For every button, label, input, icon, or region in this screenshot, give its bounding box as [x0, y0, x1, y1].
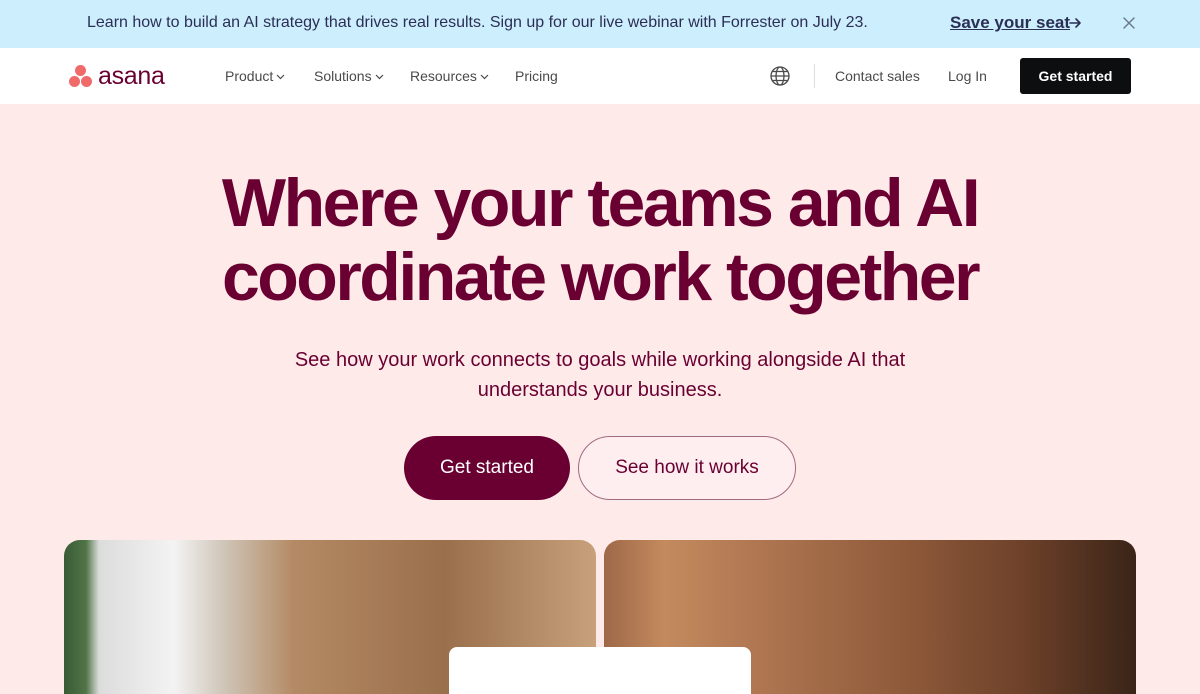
top-nav: asana Product Solutions Resources Pricin… [0, 48, 1200, 104]
nav-item-product[interactable]: Product [225, 68, 285, 84]
chevron-down-icon [480, 74, 489, 79]
logo-wordmark: asana [98, 62, 165, 90]
close-icon[interactable] [1120, 14, 1138, 32]
hero-subtitle-line: See how your work connects to goals whil… [294, 349, 906, 371]
nav-item-label: Resources [410, 68, 477, 84]
hero-subtitle-line: understands your business. [477, 379, 723, 401]
hero-subtitle: See how your work connects to goals whil… [250, 345, 950, 405]
globe-icon[interactable] [769, 65, 791, 87]
arrow-right-icon[interactable] [1068, 15, 1082, 31]
hero-title: Where your teams and AI coordinate work … [100, 166, 1100, 314]
login-link[interactable]: Log In [948, 68, 987, 84]
hero-title-line: coordinate work together [221, 239, 981, 315]
nav-item-label: Pricing [515, 68, 558, 84]
nav-item-pricing[interactable]: Pricing [515, 68, 558, 84]
save-seat-link[interactable]: Save your seat [950, 13, 1070, 33]
product-preview-card [449, 647, 751, 694]
nav-get-started-button[interactable]: Get started [1020, 58, 1131, 94]
nav-item-label: Solutions [314, 68, 372, 84]
banner-text: Learn how to build an AI strategy that d… [87, 14, 868, 31]
nav-item-solutions[interactable]: Solutions [314, 68, 384, 84]
hero-title-line: Where your teams and AI [221, 165, 981, 241]
asana-logo[interactable]: asana [68, 61, 165, 91]
see-how-it-works-button[interactable]: See how it works [578, 436, 796, 500]
nav-item-resources[interactable]: Resources [410, 68, 489, 84]
nav-divider [814, 64, 815, 88]
nav-item-label: Product [225, 68, 274, 84]
chevron-down-icon [375, 74, 384, 79]
hero-get-started-button[interactable]: Get started [404, 436, 570, 500]
contact-sales-link[interactable]: Contact sales [835, 68, 920, 84]
promo-banner: Learn how to build an AI strategy that d… [0, 0, 1200, 48]
logo-dots-icon [68, 64, 94, 88]
chevron-down-icon [276, 74, 285, 79]
